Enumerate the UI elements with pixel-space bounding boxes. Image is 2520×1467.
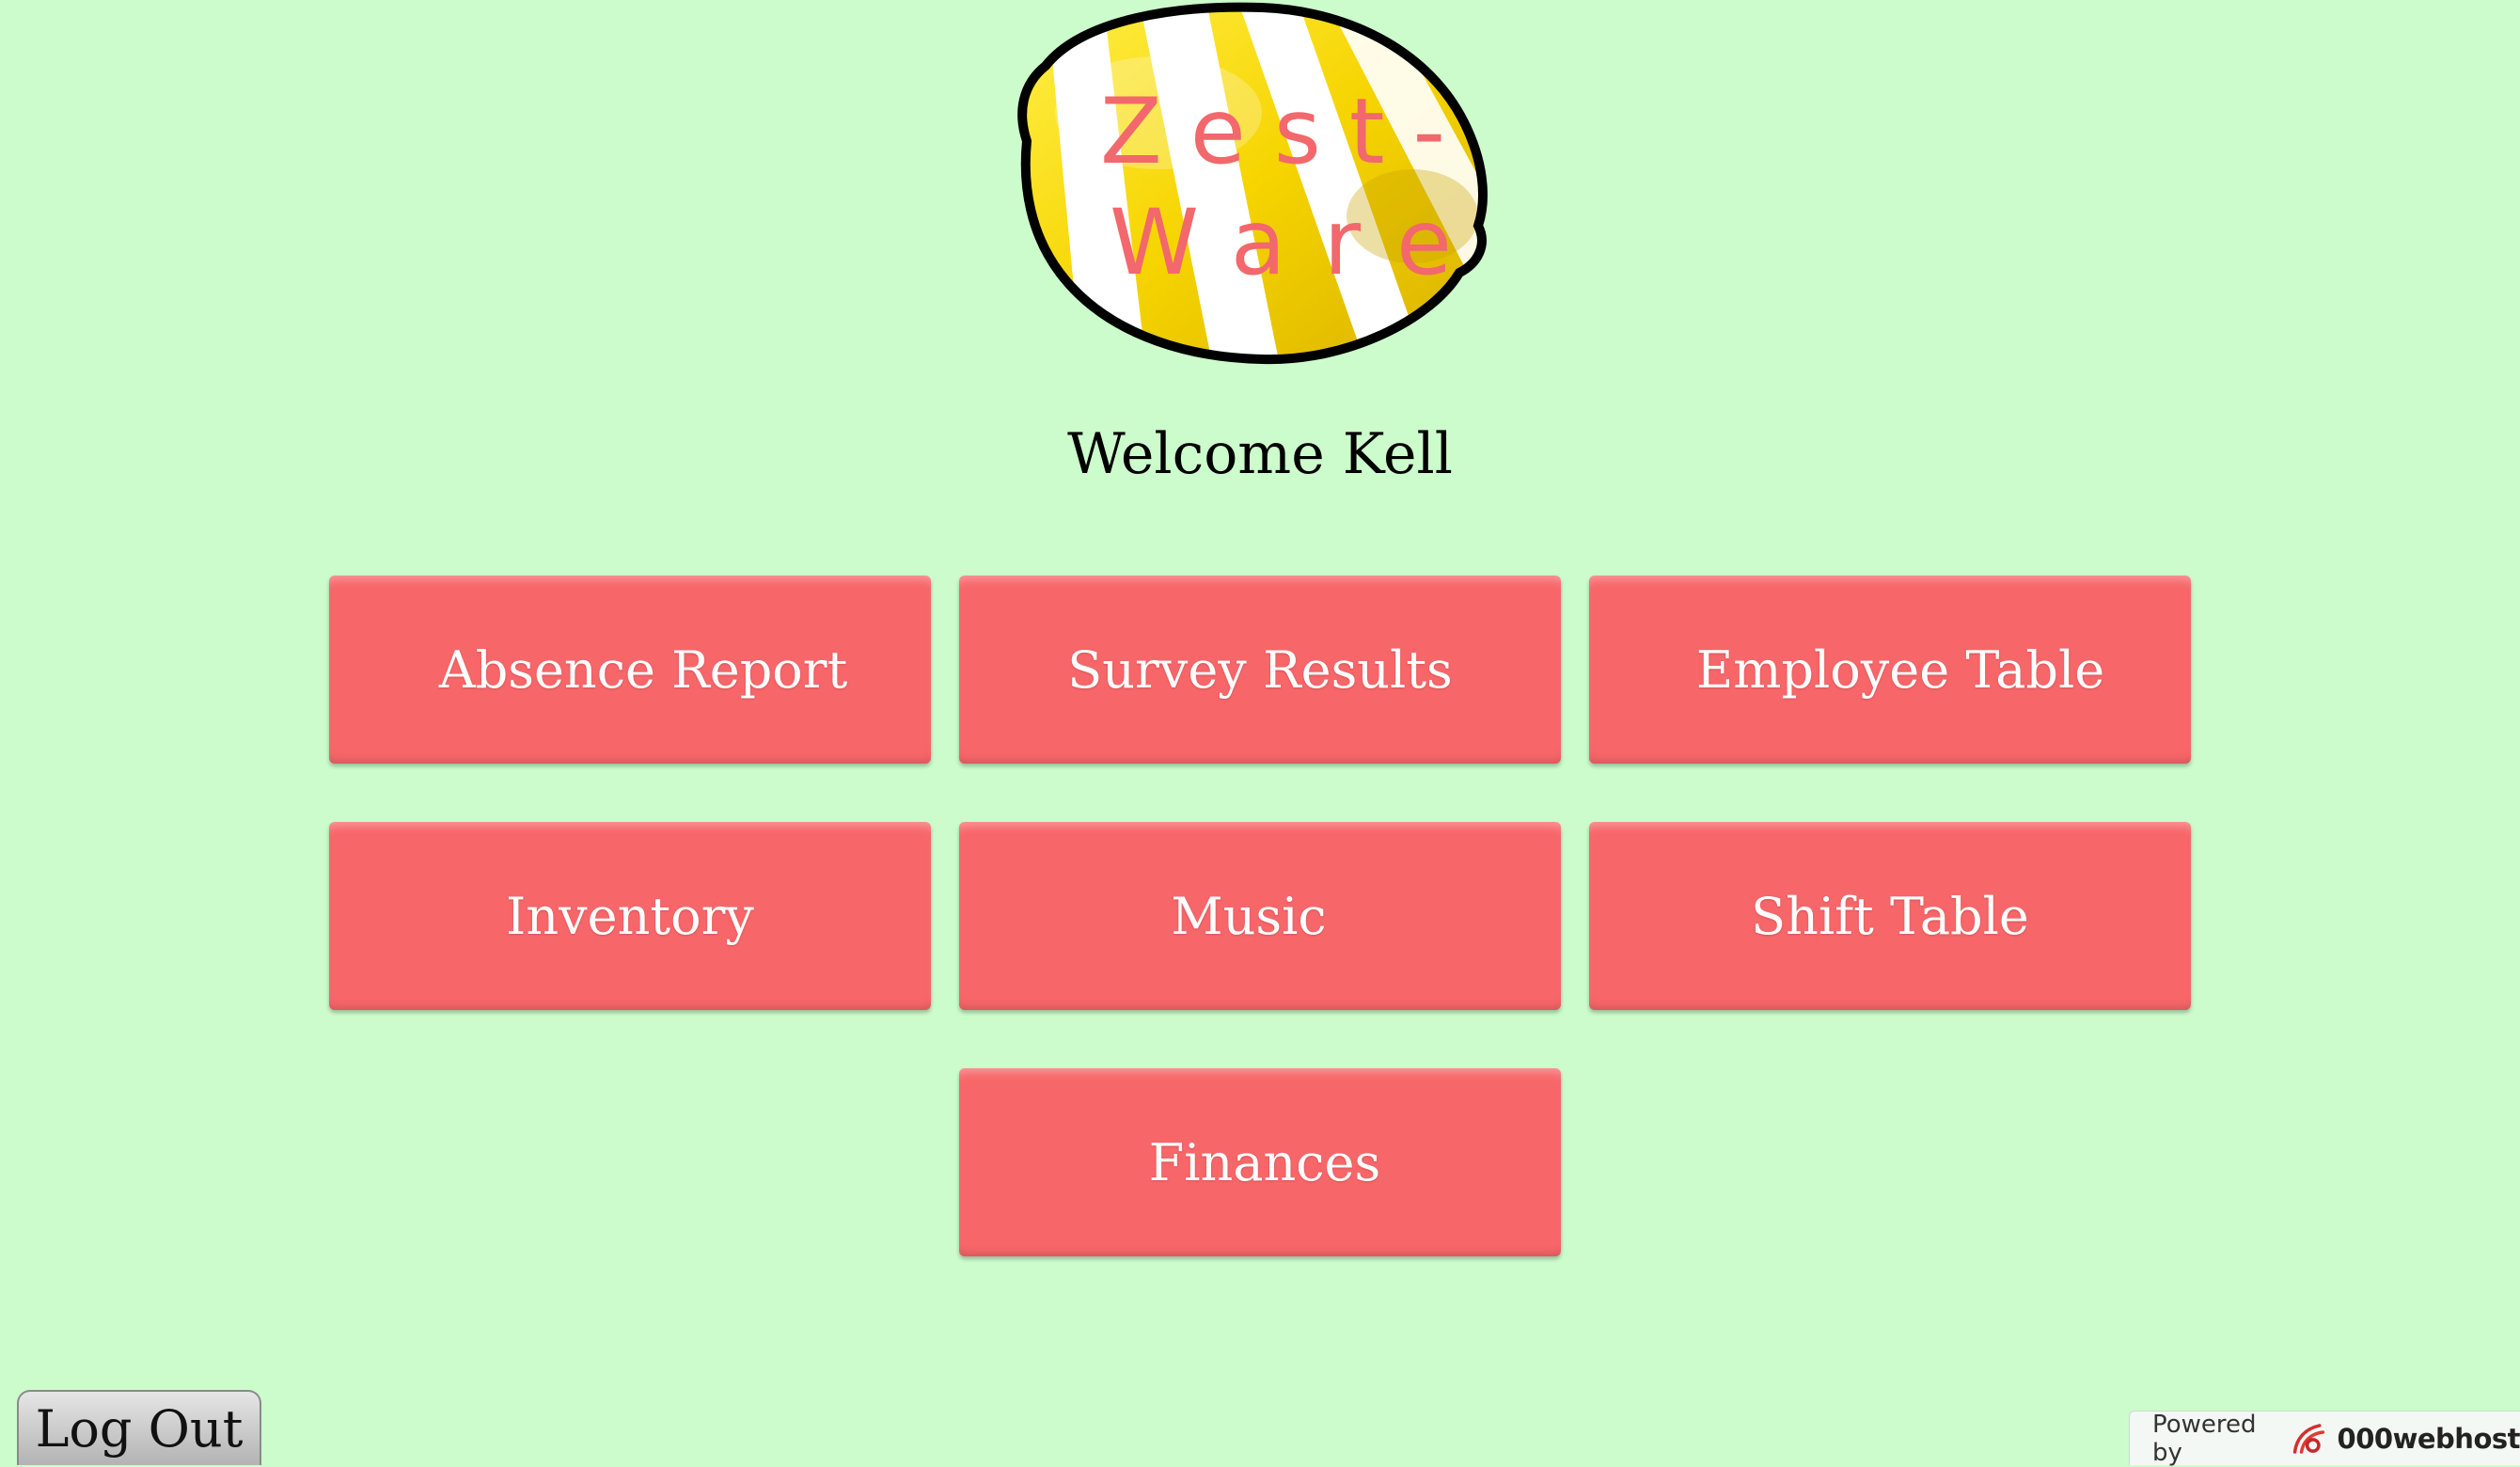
survey-results-button[interactable]: Survey Results	[959, 576, 1561, 764]
powered-by-text: Powered by	[2152, 1410, 2257, 1467]
shift-table-label: Shift Table	[1751, 886, 2029, 946]
inventory-label: Inventory	[506, 886, 754, 946]
000webhost-brand: 000webhost	[2337, 1422, 2520, 1455]
music-label: Music	[1171, 886, 1327, 946]
absence-report-label: Absence Report	[438, 639, 848, 700]
music-button[interactable]: Music	[959, 822, 1561, 1010]
employee-table-button[interactable]: Employee Table	[1589, 576, 2191, 764]
logo-text-line1: Zest-	[1100, 79, 1474, 184]
shift-table-button[interactable]: Shift Table	[1589, 822, 2191, 1010]
000webhost-icon	[2292, 1420, 2329, 1458]
absence-report-button[interactable]: Absence Report	[329, 576, 931, 764]
finances-label: Finances	[1148, 1132, 1381, 1192]
inventory-button[interactable]: Inventory	[329, 822, 931, 1010]
log-out-button[interactable]: Log Out	[17, 1390, 261, 1465]
zest-ware-logo: Zest- Ware	[1017, 0, 1499, 367]
powered-by-badge[interactable]: Powered by 000webhost	[2129, 1410, 2520, 1467]
finances-button[interactable]: Finances	[959, 1068, 1561, 1256]
logo-text-line2: Ware	[1110, 190, 1490, 295]
employee-table-label: Employee Table	[1695, 639, 2105, 700]
log-out-label: Log Out	[35, 1398, 244, 1459]
welcome-message: Welcome Kell	[1067, 421, 1453, 487]
survey-results-label: Survey Results	[1067, 639, 1453, 700]
